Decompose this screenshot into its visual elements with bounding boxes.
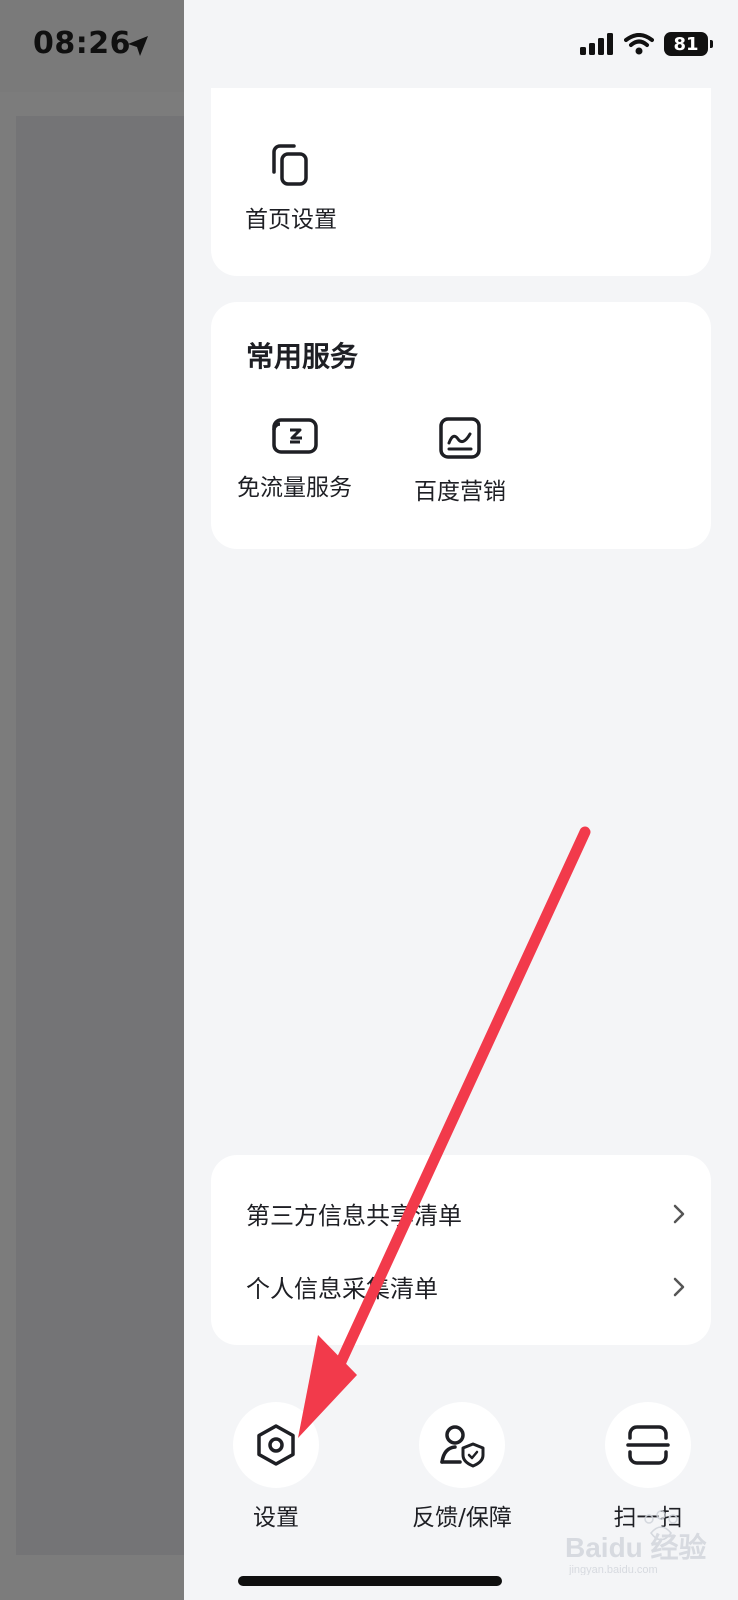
scan-icon	[626, 1425, 670, 1465]
watermark-subtext: jingyan.baidu.com	[568, 1564, 658, 1575]
data-free-service-label: 免流量服务	[237, 475, 352, 501]
copy-pages-icon	[272, 144, 308, 186]
settings-button[interactable]	[233, 1402, 319, 1488]
home-settings-item[interactable]: 首页设置	[236, 142, 346, 234]
feedback-protection-button[interactable]	[419, 1402, 505, 1488]
data-free-icon	[271, 418, 318, 454]
baidu-marketing-label: 百度营销	[414, 479, 506, 505]
battery-indicator: 81	[664, 32, 713, 56]
privacy-list-card	[211, 1155, 711, 1345]
settings-hex-icon	[257, 1424, 295, 1466]
background-content-block	[16, 116, 192, 1555]
common-services-title: 常用服务	[246, 340, 359, 373]
third-party-share-list-row[interactable]: 第三方信息共享清单	[246, 1196, 686, 1231]
wifi-icon	[624, 33, 654, 55]
cellular-signal-icon	[580, 33, 613, 55]
baidu-marketing-item[interactable]: 百度营销	[405, 416, 515, 506]
status-time: 08:26	[33, 26, 131, 61]
third-party-share-list-label: 第三方信息共享清单	[246, 1202, 462, 1230]
data-free-service-item[interactable]: 免流量服务	[227, 416, 362, 502]
location-arrow-icon	[128, 36, 148, 56]
baidu-jingyan-watermark: Baidu 经验 jingyan.baidu.com	[565, 1510, 707, 1575]
chevron-right-icon	[673, 1277, 685, 1296]
home-indicator[interactable]	[238, 1576, 502, 1586]
marketing-chart-icon	[439, 417, 481, 459]
chevron-right-icon	[673, 1204, 685, 1223]
status-bar-system-icons: 81	[580, 32, 713, 56]
scan-button[interactable]	[605, 1402, 691, 1488]
user-shield-icon	[440, 1425, 485, 1468]
personal-info-collection-list-label: 个人信息采集清单	[246, 1275, 438, 1303]
home-settings-label: 首页设置	[245, 207, 337, 233]
settings-label: 设置	[253, 1505, 299, 1531]
personal-info-collection-list-row[interactable]: 个人信息采集清单	[246, 1269, 686, 1304]
watermark-text: Baidu 经验	[565, 1531, 707, 1563]
feedback-protection-label: 反馈/保障	[412, 1505, 512, 1531]
